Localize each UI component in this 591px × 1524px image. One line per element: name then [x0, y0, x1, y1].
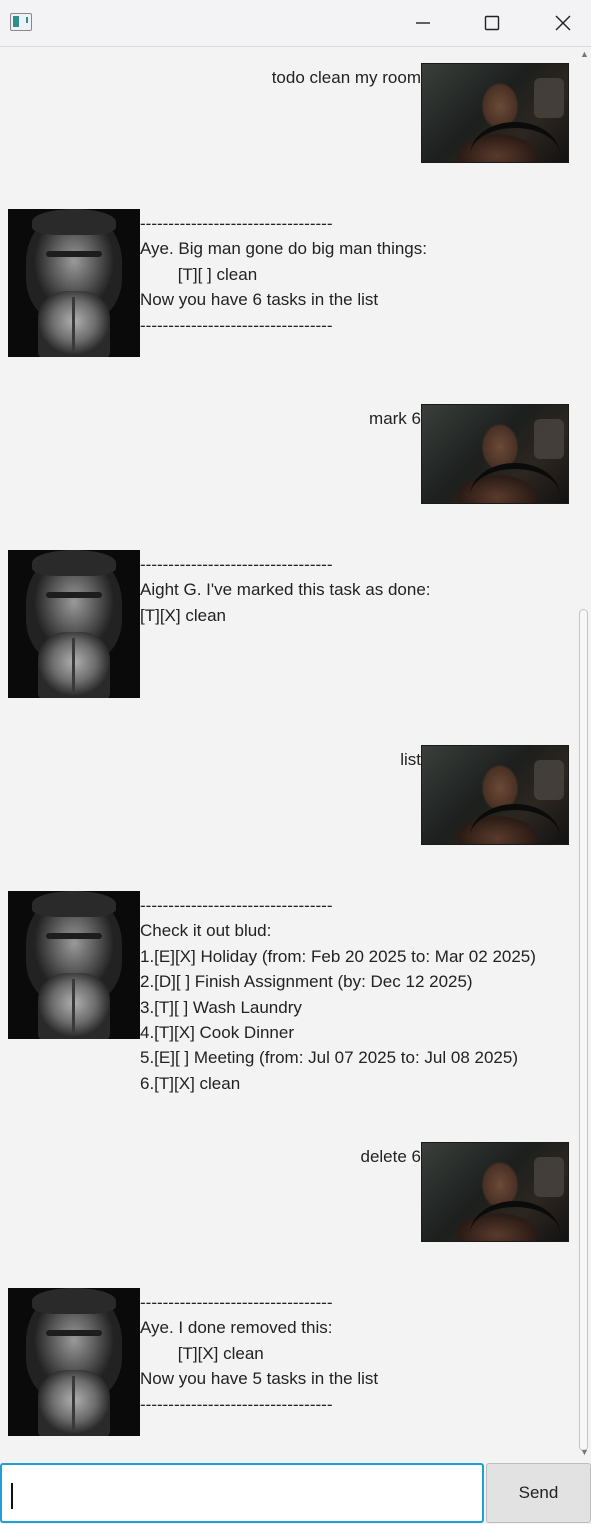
maximize-icon [484, 15, 500, 31]
scroll-up-arrow-icon[interactable]: ▲ [580, 49, 589, 59]
maximize-button[interactable] [469, 0, 515, 46]
user-avatar [421, 404, 569, 504]
bot-line: 5.[E][ ] Meeting (from: Jul 07 2025 to: … [140, 1048, 518, 1068]
bot-line: 6.[T][X] clean [140, 1073, 241, 1093]
user-message: list [400, 745, 569, 845]
bot-line: [T][ ] clean [140, 264, 258, 284]
scroll-down-arrow-icon[interactable]: ▼ [580, 1447, 589, 1457]
bot-message: ---------------------------------- Check… [8, 891, 536, 1096]
bot-message-text: ---------------------------------- Check… [140, 893, 536, 1096]
bot-avatar [8, 891, 140, 1039]
bot-avatar [8, 1288, 140, 1436]
bot-line: Aight G. I've marked this task as done: [140, 580, 431, 600]
bot-line: ---------------------------------- [140, 315, 333, 335]
text-caret [11, 1483, 13, 1509]
bot-line: ---------------------------------- [140, 214, 333, 233]
user-avatar [421, 1142, 569, 1242]
bot-message: ---------------------------------- Aight… [8, 550, 431, 698]
user-message-text: list [400, 750, 421, 769]
user-avatar [421, 745, 569, 845]
bot-line: [T][X] clean [140, 1343, 264, 1363]
close-button[interactable] [540, 0, 586, 46]
bot-line: ---------------------------------- [140, 896, 333, 915]
user-avatar [421, 63, 569, 163]
bot-line: ---------------------------------- [140, 1394, 333, 1414]
bot-line: Aye. I done removed this: [140, 1318, 333, 1338]
user-message-text: mark 6 [369, 409, 421, 428]
bot-line: 2.[D][ ] Finish Assignment (by: Dec 12 2… [140, 972, 473, 992]
send-button[interactable]: Send [486, 1463, 591, 1523]
user-message: todo clean my room [272, 63, 569, 163]
app-icon [10, 13, 32, 31]
bot-message-text: ---------------------------------- Aye. … [140, 1290, 378, 1417]
bot-avatar [8, 209, 140, 357]
bot-line: Now you have 6 tasks in the list [140, 290, 379, 310]
minimize-button[interactable] [400, 0, 446, 46]
bot-line: Check it out blud: [140, 921, 272, 941]
input-bar: Send [0, 1460, 591, 1524]
bot-avatar [8, 550, 140, 698]
bot-line: Aye. Big man gone do big man things: [140, 239, 427, 259]
bot-line: 3.[T][ ] Wash Laundry [140, 997, 302, 1017]
bot-line: ---------------------------------- [140, 1293, 333, 1312]
title-bar [0, 0, 591, 47]
vertical-scrollbar[interactable]: ▲ ▼ [577, 47, 591, 1459]
bot-line: [T][X] clean [140, 605, 226, 625]
bot-line: 1.[E][X] Holiday (from: Feb 20 2025 to: … [140, 946, 536, 966]
user-message-text: todo clean my room [271, 68, 421, 87]
bot-line: Now you have 5 tasks in the list [140, 1369, 379, 1389]
bot-message: ---------------------------------- Aye. … [8, 209, 427, 357]
user-message-text: delete 6 [360, 1147, 422, 1166]
bot-line: 4.[T][X] Cook Dinner [140, 1022, 295, 1042]
bot-message-text: ---------------------------------- Aight… [140, 552, 431, 628]
bot-line: ---------------------------------- [140, 555, 333, 574]
user-message: delete 6 [360, 1142, 569, 1242]
bot-message-text: ---------------------------------- Aye. … [140, 211, 427, 338]
bot-message: ---------------------------------- Aye. … [8, 1288, 378, 1436]
chat-scroll-pane[interactable]: todo clean my room ---------------------… [0, 47, 577, 1459]
message-input[interactable] [0, 1463, 484, 1523]
close-icon [555, 15, 571, 31]
minimize-icon [416, 22, 430, 24]
scroll-thumb[interactable] [579, 609, 588, 1451]
user-message: mark 6 [369, 404, 569, 504]
